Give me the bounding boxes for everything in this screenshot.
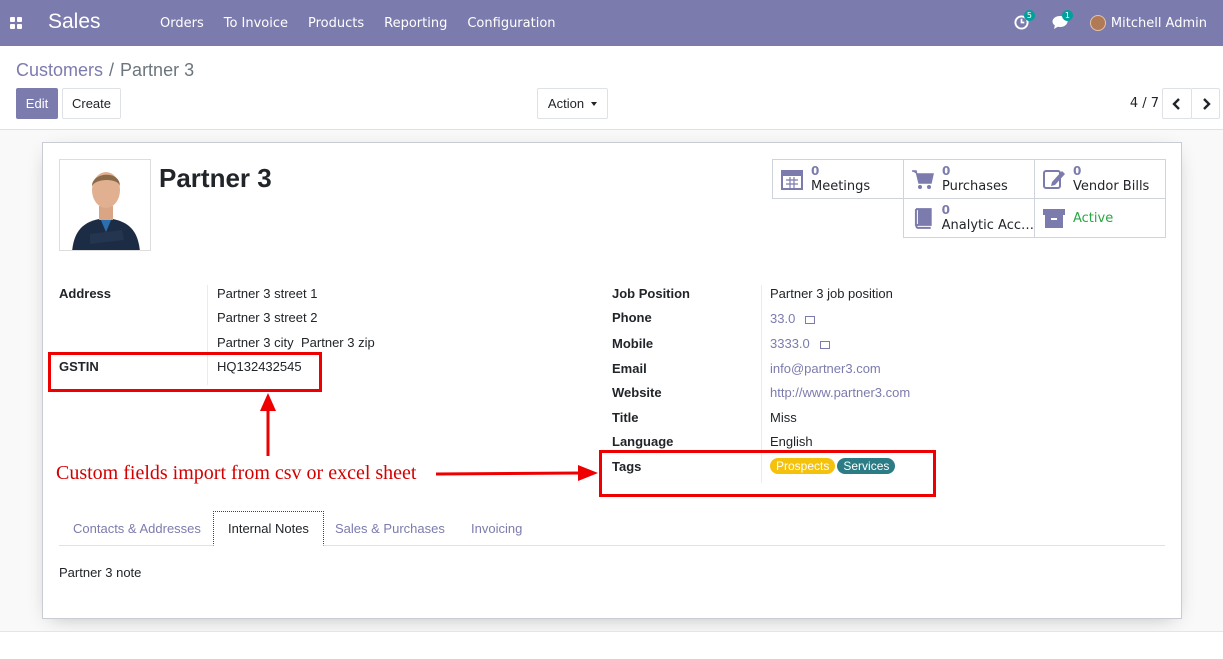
email-field[interactable]: info@partner3.com	[770, 361, 881, 376]
annotation-tags-highlight	[599, 450, 936, 497]
website-field[interactable]: http://www.partner3.com	[770, 385, 910, 400]
notebook-tabs: Contacts & Addresses Internal Notes Sale…	[59, 511, 1165, 546]
vendor-bills-label: Vendor Bills	[1073, 179, 1150, 194]
meetings-count: 0	[811, 164, 820, 178]
shopping-cart-icon	[912, 170, 934, 189]
title-field[interactable]: Miss	[770, 410, 797, 425]
user-name: Mitchell Admin	[1110, 15, 1207, 31]
menu-products[interactable]: Products	[298, 16, 374, 31]
messaging-tray[interactable]: 1	[1052, 10, 1073, 31]
pager-next-button[interactable]	[1191, 88, 1220, 119]
email-label: Email	[612, 361, 647, 376]
purchases-label: Purchases	[942, 179, 1008, 194]
meetings-label: Meetings	[811, 179, 871, 194]
tab-internal-notes[interactable]: Internal Notes	[213, 511, 324, 546]
city-field[interactable]: Partner 3 city	[217, 335, 294, 350]
book-icon	[914, 208, 932, 229]
chatter-area	[0, 631, 1223, 659]
purchases-count: 0	[942, 164, 951, 178]
analytic-label: Analytic Acc…	[941, 218, 1034, 233]
street2-field[interactable]: Partner 3 street 2	[217, 310, 317, 325]
caret-down-icon	[591, 101, 598, 106]
archive-toggle-button[interactable]: Active	[1034, 198, 1166, 238]
analytic-count: 0	[941, 203, 950, 217]
action-label: Action	[547, 96, 585, 111]
systray: 5 1 Mitchell Admin	[1014, 0, 1223, 46]
menu-orders[interactable]: Orders	[150, 16, 214, 31]
menu-configuration[interactable]: Configuration	[457, 16, 565, 31]
activity-tray[interactable]: 5	[1014, 10, 1035, 31]
menu-reporting[interactable]: Reporting	[374, 16, 457, 31]
action-dropdown[interactable]: Action	[537, 88, 608, 119]
app-brand[interactable]: Sales	[48, 10, 101, 34]
activity-badge: 5	[1023, 10, 1035, 21]
user-menu[interactable]: Mitchell Admin	[1089, 15, 1207, 31]
breadcrumb: Customers / Partner 3	[16, 60, 194, 81]
analytic-accounts-smart-button[interactable]: 0 Analytic Acc…	[903, 198, 1035, 238]
messages-badge: 1	[1061, 10, 1073, 21]
internal-note-text[interactable]: Partner 3 note	[59, 565, 141, 580]
mobile-value[interactable]: 3333.0	[770, 336, 810, 351]
phone-field[interactable]: 33.0	[770, 311, 816, 326]
menu-to-invoice[interactable]: To Invoice	[214, 16, 298, 31]
annotation-gstin-highlight	[48, 352, 322, 392]
active-status: Active	[1073, 210, 1114, 226]
mobile-label: Mobile	[612, 336, 654, 351]
tab-invoicing[interactable]: Invoicing	[457, 511, 536, 546]
meetings-smart-button[interactable]: 0 Meetings	[772, 159, 904, 199]
purchases-smart-button[interactable]: 0 Purchases	[903, 159, 1035, 199]
partner-name[interactable]: Partner 3	[159, 163, 272, 194]
user-avatar	[1089, 15, 1106, 31]
chevron-right-icon	[1202, 97, 1211, 110]
job-position-field[interactable]: Partner 3 job position	[770, 286, 893, 301]
language-field[interactable]: English	[770, 434, 813, 449]
tab-contacts-addresses[interactable]: Contacts & Addresses	[59, 511, 215, 546]
archive-icon	[1043, 209, 1065, 228]
edit-button[interactable]: Edit	[16, 88, 58, 119]
address-label: Address	[59, 286, 112, 301]
partner-photo[interactable]	[59, 159, 151, 251]
street1-field[interactable]: Partner 3 street 1	[217, 286, 317, 301]
sms-envelope-icon[interactable]	[819, 340, 830, 349]
sms-envelope-icon[interactable]	[805, 315, 816, 324]
calendar-icon	[781, 170, 803, 190]
chevron-left-icon	[1172, 97, 1180, 110]
create-button[interactable]: Create	[62, 88, 121, 119]
partner-portrait	[60, 160, 150, 250]
title-label: Title	[612, 410, 639, 425]
phone-value[interactable]: 33.0	[770, 311, 795, 326]
pager-previous-button[interactable]	[1162, 88, 1192, 119]
edit-document-icon	[1043, 170, 1065, 189]
zip-field[interactable]: Partner 3 zip	[301, 335, 375, 350]
top-navbar: Sales Orders To Invoice Products Reporti…	[0, 0, 1223, 46]
breadcrumb-separator: /	[109, 60, 115, 80]
main-menu: Orders To Invoice Products Reporting Con…	[150, 0, 566, 46]
vendor-bills-count: 0	[1073, 164, 1082, 178]
breadcrumb-current: Partner 3	[120, 60, 195, 80]
annotation-caption: Custom fields import from csv or excel s…	[56, 462, 417, 484]
vendor-bills-smart-button[interactable]: 0 Vendor Bills	[1034, 159, 1166, 199]
tab-sales-purchases[interactable]: Sales & Purchases	[321, 511, 459, 546]
breadcrumb-customers[interactable]: Customers	[16, 60, 103, 80]
job-position-label: Job Position	[612, 286, 690, 301]
mobile-field[interactable]: 3333.0	[770, 336, 830, 351]
phone-label: Phone	[612, 310, 652, 325]
control-panel: Customers / Partner 3 Edit Create Action 4…	[0, 46, 1223, 130]
website-label: Website	[612, 385, 662, 400]
pager-value[interactable]: 4 / 7	[1130, 96, 1159, 111]
apps-menu-icon[interactable]	[10, 17, 22, 29]
language-label: Language	[612, 434, 674, 449]
